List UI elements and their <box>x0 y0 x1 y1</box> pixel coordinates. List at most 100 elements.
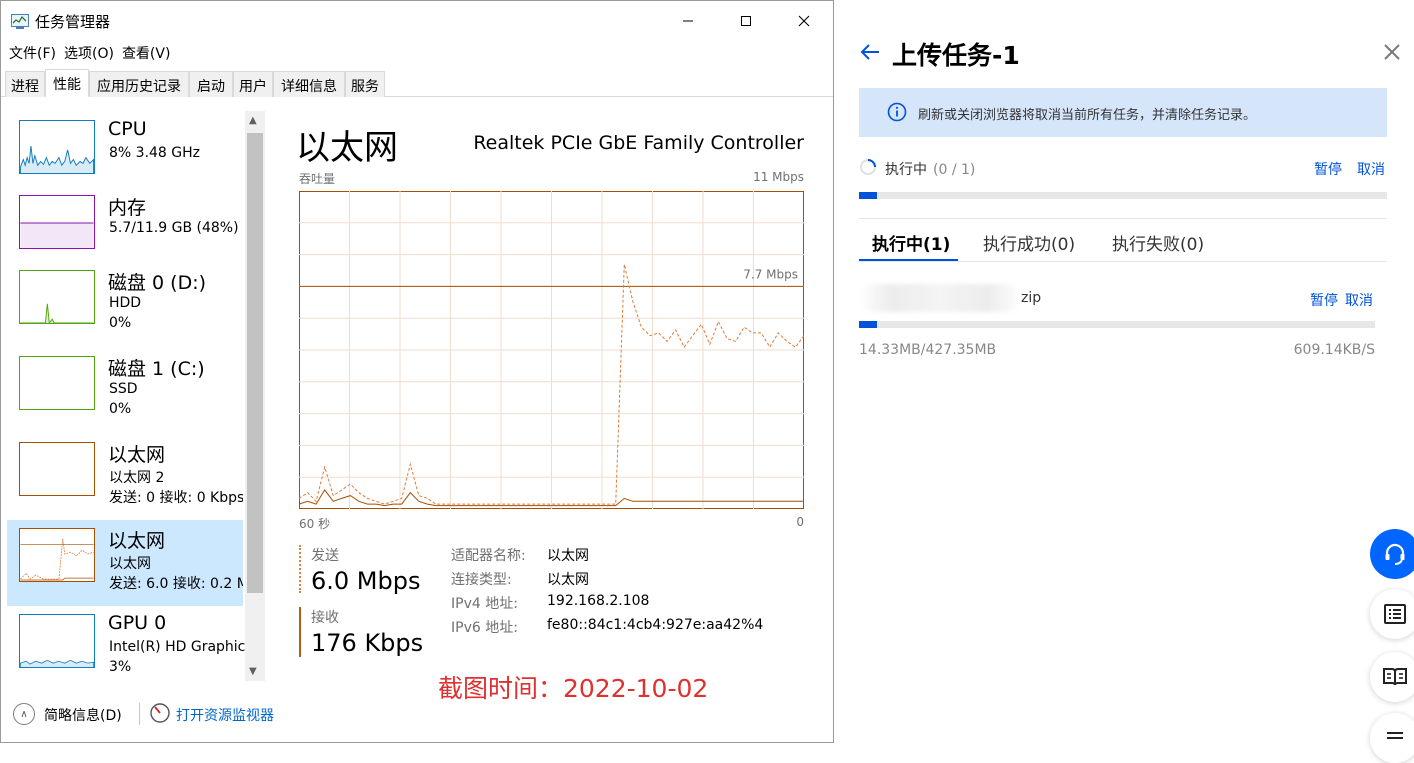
menu-view[interactable]: 查看(V) <box>114 41 171 65</box>
active-tab-indicator <box>859 259 958 261</box>
sidebar-item-ethernet-2[interactable]: 以太网 以太网 2 发送: 0 接收: 0 Kbps <box>7 434 243 520</box>
disk-1-thumbnail <box>19 356 95 410</box>
sidebar-item-memory[interactable]: 内存 5.7/11.9 GB (48%) <box>7 187 243 273</box>
tab-details[interactable]: 详细信息 <box>273 71 345 97</box>
tab-users[interactable]: 用户 <box>233 71 273 97</box>
brief-info-button[interactable]: 简略信息(D) <box>44 705 122 725</box>
loading-spinner-icon <box>860 159 876 175</box>
receive-stat: 接收 176 Kbps <box>299 607 423 657</box>
info-icon <box>887 102 907 122</box>
close-icon <box>798 15 810 27</box>
sidebar-item-name: 磁盘 1 (C:) <box>108 358 205 380</box>
ethernet-2-thumbnail <box>19 442 95 496</box>
menu-bar: 文件(F) 选项(O) 查看(V) <box>1 41 170 65</box>
tab-performance[interactable]: 性能 <box>45 69 89 97</box>
upload-panel: 上传任务-1 刷新或关闭浏览器将取消当前所有任务，并清除任务记录。 执行中 (0 … <box>834 0 1414 763</box>
scroll-up-icon[interactable]: ▲ <box>249 115 257 126</box>
back-arrow-icon[interactable] <box>858 40 882 64</box>
file-pause-button[interactable]: 暂停 <box>1310 290 1338 310</box>
property-row: 适配器名称: 以太网 <box>451 545 763 569</box>
guide-button[interactable] <box>1370 652 1414 702</box>
maximize-button[interactable] <box>717 1 775 41</box>
property-key: IPv6 地址: <box>451 620 518 636</box>
sidebar-item-name: CPU <box>108 118 147 140</box>
file-name: zip <box>1021 290 1042 306</box>
file-progress-bar <box>859 321 1375 328</box>
sidebar-scrollbar[interactable]: ▲ ▼ <box>245 111 265 681</box>
pause-all-button[interactable]: 暂停 <box>1314 159 1342 179</box>
sidebar-item-detail: SSD <box>109 381 138 397</box>
sidebar-item-detail: 5.7/11.9 GB (48%) <box>109 220 239 236</box>
reference-label: 7.7 Mbps <box>743 267 798 281</box>
tab-failed[interactable]: 执行失败(0) <box>1112 230 1204 255</box>
disk-0-thumbnail <box>19 270 95 324</box>
sidebar-item-gpu[interactable]: GPU 0 Intel(R) HD Graphics 3% <box>7 606 253 681</box>
collapse-chevron-icon[interactable]: ∧ <box>13 703 35 725</box>
status-label: 执行中 <box>885 162 927 178</box>
file-progress-fill <box>859 321 877 328</box>
maximize-icon <box>741 16 751 26</box>
memory-thumbnail <box>19 195 95 249</box>
property-value: 以太网 <box>547 548 589 564</box>
scroll-thumb[interactable] <box>247 133 263 593</box>
tab-succeeded[interactable]: 执行成功(0) <box>983 230 1075 255</box>
notice-text: 刷新或关闭浏览器将取消当前所有任务，并清除任务记录。 <box>918 108 1257 123</box>
cancel-all-button[interactable]: 取消 <box>1357 159 1385 179</box>
open-resource-monitor-link[interactable]: 打开资源监视器 <box>176 705 274 725</box>
menu-options[interactable]: 选项(O) <box>56 41 114 65</box>
close-icon[interactable] <box>1382 42 1402 62</box>
throughput-chart: 7.7 Mbps <box>299 191 804 509</box>
task-manager-window: 任务管理器 文件(F) 选项(O) 查看(V) 进程 性能 应用历史记录 启动 … <box>0 0 834 743</box>
sidebar-item-detail: 8% 3.48 GHz <box>109 145 201 161</box>
send-label: 发送 <box>311 548 339 564</box>
list-icon <box>1384 604 1406 624</box>
sidebar-item-detail: HDD <box>109 295 142 311</box>
sidebar-item-cpu[interactable]: CPU 8% 3.48 GHz <box>7 112 243 198</box>
open-book-icon <box>1383 668 1407 686</box>
task-list-button[interactable] <box>1370 589 1414 639</box>
x-axis-left-label: 60 秒 <box>299 517 331 531</box>
upload-speed: 609.14KB/S <box>1293 342 1375 358</box>
sidebar-item-ethernet[interactable]: 以太网 以太网 发送: 6.0 接收: 0.2 Mbps <box>7 520 243 606</box>
performance-sidebar: CPU 8% 3.48 GHz 内存 5.7/11.9 GB (48%) 磁盘 … <box>1 98 265 681</box>
property-row: 连接类型: 以太网 <box>451 569 763 593</box>
task-tabs: 执行中(1) 执行成功(0) 执行失败(0) <box>859 219 1387 262</box>
minimize-icon <box>683 20 693 22</box>
menu-button[interactable] <box>1370 713 1414 763</box>
file-cancel-button[interactable]: 取消 <box>1345 290 1373 310</box>
notice-banner: 刷新或关闭浏览器将取消当前所有任务，并清除任务记录。 <box>859 88 1387 137</box>
sidebar-item-usage: 0% <box>109 315 132 331</box>
gpu-thumbnail <box>19 614 95 668</box>
tab-startup[interactable]: 启动 <box>189 71 233 97</box>
send-value: 6.0 Mbps <box>311 567 421 595</box>
close-button[interactable] <box>775 1 833 41</box>
sidebar-item-disk-1[interactable]: 磁盘 1 (C:) SSD 0% <box>7 348 243 434</box>
sidebar-item-name: 内存 <box>108 197 147 219</box>
divider <box>139 703 140 725</box>
file-size: 14.33MB/427.35MB <box>859 342 997 358</box>
tab-services[interactable]: 服务 <box>345 71 385 97</box>
property-key: 连接类型: <box>451 572 512 588</box>
scroll-down-icon[interactable]: ▼ <box>249 666 257 677</box>
minimize-button[interactable] <box>659 1 717 41</box>
task-manager-icon <box>11 14 29 29</box>
graph-label: 吞吐量 <box>299 172 336 186</box>
sidebar-item-disk-0[interactable]: 磁盘 0 (D:) HDD 0% <box>7 262 243 348</box>
panel-title: 上传任务-1 <box>892 41 1020 70</box>
tab-in-progress[interactable]: 执行中(1) <box>872 230 950 255</box>
window-title: 任务管理器 <box>35 13 111 31</box>
tab-app-history[interactable]: 应用历史记录 <box>89 71 189 97</box>
menu-file[interactable]: 文件(F) <box>1 41 56 65</box>
sidebar-item-usage: 0% <box>109 401 132 417</box>
sidebar-item-usage: 发送: 6.0 接收: 0.2 Mbps <box>109 576 243 592</box>
upload-file-item: zip 暂停 取消 14.33MB/427.35MB 609.14KB/S <box>859 282 1387 372</box>
sidebar-item-detail: 以太网 <box>109 556 151 572</box>
menu-icon <box>1387 732 1403 739</box>
ethernet-thumbnail <box>19 528 95 582</box>
ethernet-detail-panel: 以太网 Realtek PCIe GbE Family Controller 吞… <box>281 98 821 681</box>
receive-value: 176 Kbps <box>311 629 424 657</box>
status-text: 执行中 (0 / 1) <box>885 159 975 179</box>
resource-monitor-icon <box>150 703 170 723</box>
customer-support-button[interactable] <box>1370 529 1414 579</box>
tab-processes[interactable]: 进程 <box>5 71 45 97</box>
